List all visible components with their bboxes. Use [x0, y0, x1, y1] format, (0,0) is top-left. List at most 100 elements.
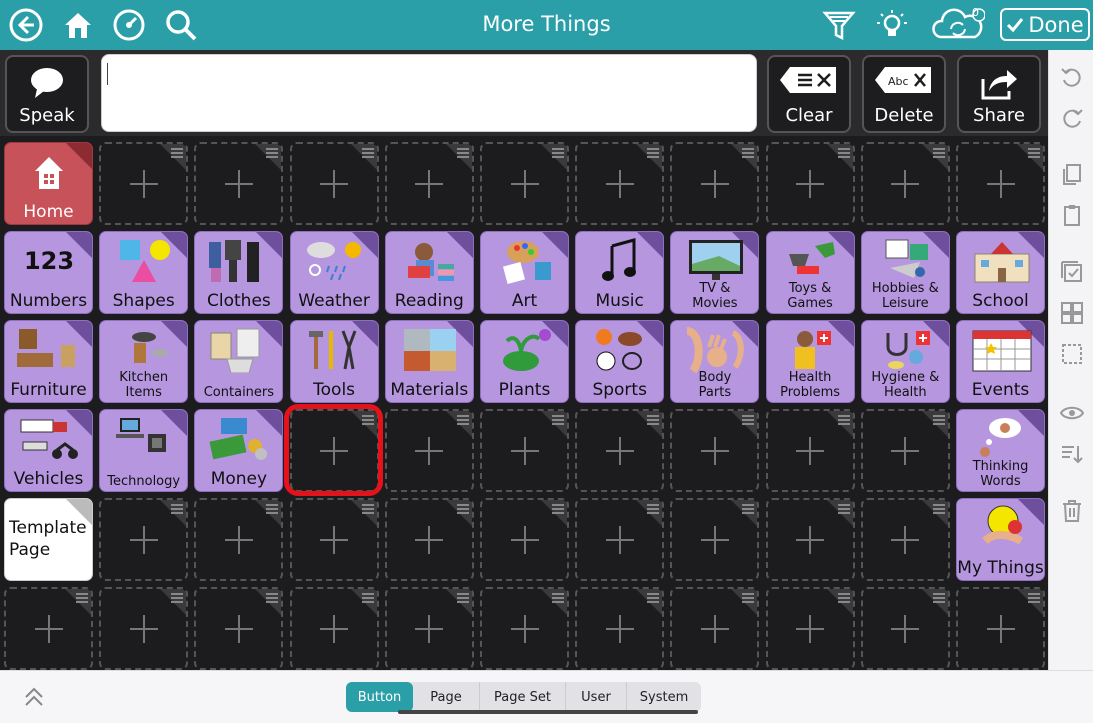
button-label: Hygiene & Health	[871, 370, 940, 400]
empty-button-slot[interactable]	[480, 587, 569, 670]
empty-button-slot[interactable]	[765, 587, 855, 670]
select-area-icon[interactable]	[1059, 341, 1085, 367]
copy-icon[interactable]	[1059, 161, 1085, 187]
empty-button-slot[interactable]	[860, 409, 950, 492]
empty-button-slot[interactable]	[384, 409, 474, 492]
empty-button-slot[interactable]	[670, 142, 760, 225]
text-caret	[107, 63, 108, 85]
empty-button-slot[interactable]	[480, 409, 569, 492]
empty-button-slot[interactable]	[99, 587, 189, 670]
empty-button-slot[interactable]	[99, 498, 189, 581]
empty-button-slot[interactable]	[575, 587, 665, 670]
visibility-icon[interactable]	[1059, 400, 1085, 426]
folder-button-kitchen[interactable]: Kitchen Items	[99, 320, 189, 403]
empty-button-slot[interactable]	[765, 409, 855, 492]
expand-up-icon[interactable]	[22, 685, 46, 713]
template-page-button[interactable]: Template Page	[4, 498, 93, 581]
numbers-symbol-icon: 123	[13, 238, 84, 288]
folder-button-health[interactable]: Health Problems	[765, 320, 855, 403]
lightbulb-icon[interactable]	[873, 6, 911, 44]
empty-button-slot[interactable]	[4, 587, 93, 670]
folder-button-sports[interactable]: Sports	[575, 320, 665, 403]
button-grid: Home 123 Numbers Shapes Clothes Weather Readin…	[0, 138, 1048, 670]
folder-button-technology[interactable]: Technology	[99, 409, 189, 492]
empty-button-slot[interactable]	[860, 142, 950, 225]
empty-button-slot[interactable]	[289, 498, 379, 581]
folder-button-shapes[interactable]: Shapes	[99, 231, 189, 314]
folder-button-thinking[interactable]: Thinking Words	[956, 409, 1045, 492]
empty-button-slot[interactable]	[194, 498, 284, 581]
folder-button-hobbies[interactable]: Hobbies & Leisure	[860, 231, 950, 314]
delete-button[interactable]: Abc Delete	[862, 55, 946, 133]
trash-icon[interactable]	[1059, 498, 1085, 524]
empty-button-slot[interactable]	[575, 409, 665, 492]
empty-button-slot[interactable]	[956, 587, 1045, 670]
redo-icon[interactable]	[1059, 106, 1085, 132]
share-icon	[959, 65, 1039, 101]
folder-button-events[interactable]: Events	[956, 320, 1045, 403]
empty-button-slot[interactable]	[384, 587, 474, 670]
folder-button-materials[interactable]: Materials	[384, 320, 474, 403]
empty-button-slot[interactable]	[480, 498, 569, 581]
folder-button-mythings[interactable]: My Things	[956, 498, 1045, 581]
folder-button-weather[interactable]: Weather	[289, 231, 379, 314]
folder-button-furniture[interactable]: Furniture	[4, 320, 93, 403]
add-icon	[415, 525, 444, 554]
paste-icon[interactable]	[1059, 202, 1085, 228]
tab-page-set[interactable]: Page Set	[480, 682, 566, 712]
empty-button-slot[interactable]	[860, 587, 950, 670]
folder-button-money[interactable]: Money	[194, 409, 284, 492]
empty-button-slot[interactable]	[670, 409, 760, 492]
folder-button-toys[interactable]: Toys & Games	[765, 231, 855, 314]
empty-button-slot[interactable]	[765, 498, 855, 581]
folder-button-hygiene[interactable]: Hygiene & Health	[860, 320, 950, 403]
done-button[interactable]: Done	[1000, 8, 1090, 41]
empty-button-slot[interactable]	[289, 587, 379, 670]
empty-button-slot[interactable]	[575, 498, 665, 581]
select-icon[interactable]	[1059, 259, 1085, 285]
empty-button-slot[interactable]	[289, 142, 379, 225]
folder-button-plants[interactable]: Plants	[480, 320, 569, 403]
button-label: Numbers	[9, 291, 88, 311]
empty-button-slot[interactable]	[194, 587, 284, 670]
menu-lines-icon	[647, 415, 660, 427]
folder-button-art[interactable]: Art	[480, 231, 569, 314]
folder-button-reading[interactable]: Reading	[384, 231, 474, 314]
folder-button-numbers[interactable]: 123 Numbers	[4, 231, 93, 314]
tab-system[interactable]: System	[627, 682, 701, 712]
undo-icon[interactable]	[1059, 65, 1085, 91]
menu-lines-icon	[456, 593, 469, 605]
share-button[interactable]: Share	[957, 55, 1041, 133]
multi-select-icon[interactable]	[1059, 300, 1085, 326]
filter-icon[interactable]	[820, 6, 858, 44]
folder-button-school[interactable]: School	[956, 231, 1045, 314]
empty-button-slot[interactable]	[99, 142, 189, 225]
empty-button-slot[interactable]	[384, 498, 474, 581]
folder-button-vehicles[interactable]: Vehicles	[4, 409, 93, 492]
tab-user[interactable]: User	[566, 682, 627, 712]
add-icon	[510, 614, 539, 643]
tab-button[interactable]: Button	[346, 682, 413, 712]
folder-button-clothes[interactable]: Clothes	[194, 231, 284, 314]
message-window[interactable]	[101, 54, 757, 132]
tab-page[interactable]: Page	[413, 682, 480, 712]
empty-button-slot[interactable]	[956, 142, 1045, 225]
folder-button-music[interactable]: Music	[575, 231, 665, 314]
empty-button-slot[interactable]	[860, 498, 950, 581]
clear-button[interactable]: Clear	[767, 55, 851, 133]
empty-button-slot[interactable]	[670, 587, 760, 670]
menu-lines-icon	[361, 593, 374, 605]
empty-button-slot[interactable]	[480, 142, 569, 225]
folder-button-tv[interactable]: TV & Movies	[670, 231, 760, 314]
empty-button-slot[interactable]	[670, 498, 760, 581]
empty-button-slot[interactable]	[575, 142, 665, 225]
home-button[interactable]: Home	[4, 142, 93, 225]
folder-button-body[interactable]: Body Parts	[670, 320, 760, 403]
folder-button-containers[interactable]: Containers	[194, 320, 284, 403]
sort-icon[interactable]	[1059, 441, 1085, 467]
speak-button[interactable]: Speak	[5, 55, 89, 133]
folder-button-tools[interactable]: Tools	[289, 320, 379, 403]
empty-button-slot[interactable]	[765, 142, 855, 225]
empty-button-slot[interactable]	[194, 142, 284, 225]
empty-button-slot[interactable]	[384, 142, 474, 225]
